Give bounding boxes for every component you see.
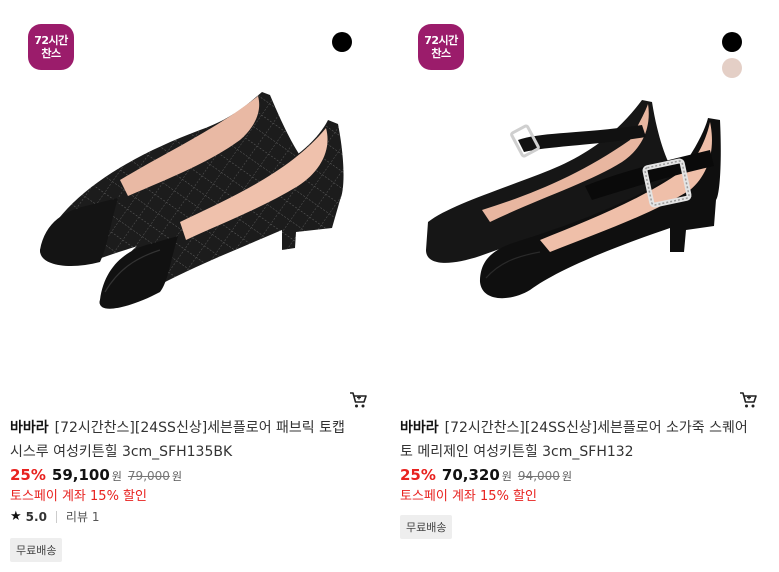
original-price: 79,000 <box>127 469 170 483</box>
sale-price: 70,320 <box>441 466 500 484</box>
price-row: 25% 59,100 원 79,000 원 <box>10 466 182 484</box>
rating-score: 5.0 <box>25 509 47 524</box>
product-image[interactable]: 72시간 찬스 <box>0 0 372 378</box>
badge-line-1: 72시간 <box>34 34 68 47</box>
brand-name: 바바라 <box>400 420 439 436</box>
original-price: 94,000 <box>517 469 560 483</box>
sale-price: 59,100 <box>51 466 110 484</box>
review-count: 리뷰 1 <box>65 510 100 524</box>
currency-unit: 원 <box>501 470 512 483</box>
payment-promo: 토스페이 계좌 15% 할인 <box>10 489 147 504</box>
product-title[interactable]: 바바라 [72시간찬스][24SS신상]세븐플로어 소가죽 스퀘어토 메리제인 여… <box>400 416 752 464</box>
72h-chance-badge: 72시간 찬스 <box>28 24 74 70</box>
rating-summary[interactable]: ★ 5.0 리뷰 1 <box>10 508 99 525</box>
cart-icon[interactable] <box>348 390 368 410</box>
brand-name: 바바라 <box>10 420 49 436</box>
original-currency-unit: 원 <box>561 470 573 483</box>
payment-promo: 토스페이 계좌 15% 할인 <box>400 489 537 504</box>
product-card[interactable]: 72시간 찬스 바바라 [72시간찬스][24SS신상]세븐플로어 패브릭 토캡 … <box>0 0 372 572</box>
color-swatch-black[interactable] <box>722 32 742 52</box>
cart-icon[interactable] <box>738 390 758 410</box>
free-shipping-tag: 무료배송 <box>400 515 453 539</box>
badge-line-1: 72시간 <box>424 34 458 47</box>
72h-chance-badge: 72시간 찬스 <box>418 24 464 70</box>
price-row: 25% 70,320 원 94,000 원 <box>400 466 572 484</box>
discount-rate: 25% <box>400 466 436 484</box>
product-card[interactable]: 72시간 찬스 바바라 [72시간찬스][24SS신상]세븐플로어 소가죽 스퀘어… <box>390 0 762 572</box>
product-grid: 72시간 찬스 바바라 [72시간찬스][24SS신상]세븐플로어 패브릭 토캡 … <box>0 0 779 572</box>
badge-line-2: 찬스 <box>41 47 61 60</box>
star-icon: ★ <box>10 509 22 524</box>
currency-unit: 원 <box>111 470 122 483</box>
product-name: [72시간찬스][24SS신상]세븐플로어 패브릭 토캡 시스루 여성키튼힐 3… <box>10 420 345 460</box>
badge-line-2: 찬스 <box>431 47 451 60</box>
color-swatches <box>722 32 742 78</box>
divider <box>55 510 57 523</box>
color-swatch-beige[interactable] <box>722 58 742 78</box>
original-currency-unit: 원 <box>171 470 183 483</box>
color-swatch-black[interactable] <box>332 32 352 52</box>
color-swatches <box>332 32 352 52</box>
product-title[interactable]: 바바라 [72시간찬스][24SS신상]세븐플로어 패브릭 토캡 시스루 여성키튼… <box>10 416 362 464</box>
free-shipping-tag: 무료배송 <box>10 538 63 562</box>
product-name: [72시간찬스][24SS신상]세븐플로어 소가죽 스퀘어토 메리제인 여성키튼… <box>400 420 748 460</box>
discount-rate: 25% <box>10 466 46 484</box>
product-image[interactable]: 72시간 찬스 <box>390 0 762 378</box>
